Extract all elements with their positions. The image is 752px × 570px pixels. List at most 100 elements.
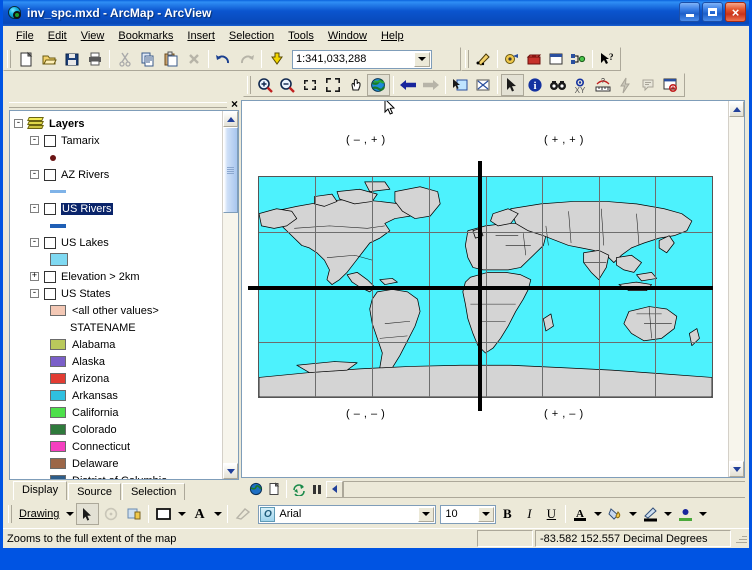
expander-icon[interactable]: - bbox=[30, 170, 39, 179]
new-graphic-icon[interactable] bbox=[122, 503, 145, 525]
paste-icon[interactable] bbox=[159, 48, 182, 70]
toc-tree[interactable]: - Layers - Tamarix - AZ Rivers - US Rive… bbox=[9, 110, 239, 480]
clear-selected-icon[interactable] bbox=[471, 74, 494, 96]
expander-icon[interactable]: - bbox=[30, 289, 39, 298]
print-icon[interactable] bbox=[83, 48, 106, 70]
horizontal-scroll-track[interactable] bbox=[343, 480, 745, 498]
copy-icon[interactable] bbox=[136, 48, 159, 70]
zoom-in-icon[interactable] bbox=[254, 74, 277, 96]
layer-visibility-checkbox[interactable] bbox=[44, 202, 56, 215]
add-data-icon[interactable] bbox=[265, 48, 288, 70]
whats-this-icon[interactable]: ? bbox=[596, 48, 618, 70]
map-scroll-up-button[interactable] bbox=[729, 101, 744, 117]
open-icon[interactable] bbox=[37, 48, 60, 70]
expander-icon[interactable]: - bbox=[14, 119, 23, 128]
find-icon[interactable] bbox=[546, 74, 569, 96]
chevron-down-icon[interactable] bbox=[591, 504, 604, 525]
toc-vertical-scrollbar[interactable] bbox=[222, 111, 238, 479]
hyperlink-icon[interactable] bbox=[614, 74, 637, 96]
menu-edit[interactable]: Edit bbox=[41, 28, 74, 44]
scrollbar-track[interactable] bbox=[223, 213, 238, 463]
go-forward-extent-icon[interactable] bbox=[419, 74, 442, 96]
toc-root-layers[interactable]: - Layers bbox=[14, 115, 222, 132]
select-elements-icon[interactable] bbox=[76, 503, 100, 525]
menu-view[interactable]: View bbox=[74, 28, 112, 44]
scrollbar-thumb[interactable] bbox=[223, 127, 238, 213]
layer-visibility-checkbox[interactable] bbox=[44, 270, 56, 283]
fixed-zoom-in-icon[interactable] bbox=[299, 74, 322, 96]
expander-icon[interactable]: - bbox=[30, 136, 39, 145]
measure-icon[interactable]: ? bbox=[592, 74, 615, 96]
font-family-combo[interactable]: O Arial bbox=[258, 504, 437, 524]
scroll-down-button[interactable] bbox=[223, 463, 238, 479]
data-view-icon[interactable] bbox=[247, 480, 265, 498]
go-to-xy-icon[interactable]: XY bbox=[569, 74, 592, 96]
menu-insert[interactable]: Insert bbox=[180, 28, 222, 44]
menu-bookmarks[interactable]: Bookmarks bbox=[111, 28, 180, 44]
select-features-icon[interactable] bbox=[449, 74, 472, 96]
editor-toolbar-icon[interactable] bbox=[472, 48, 494, 70]
drawing-menu-button[interactable]: Drawing bbox=[15, 508, 63, 520]
layer-visibility-checkbox[interactable] bbox=[44, 287, 56, 300]
menu-window[interactable]: Window bbox=[321, 28, 374, 44]
toolbar-grip[interactable] bbox=[8, 505, 12, 523]
chevron-down-icon[interactable] bbox=[626, 504, 639, 525]
toc-layer-us-states[interactable]: - US States bbox=[14, 285, 222, 302]
xtools-icon[interactable] bbox=[501, 48, 523, 70]
chevron-down-icon[interactable] bbox=[478, 506, 495, 522]
chevron-down-icon[interactable] bbox=[211, 504, 224, 525]
tab-display[interactable]: Display bbox=[13, 481, 68, 500]
bold-button[interactable]: B bbox=[496, 504, 518, 525]
identify-icon[interactable]: i bbox=[524, 74, 547, 96]
expander-icon[interactable]: + bbox=[30, 272, 39, 281]
toolbar-grip[interactable] bbox=[7, 50, 11, 68]
map-vertical-scrollbar[interactable] bbox=[728, 101, 744, 477]
map-scrollbar-track[interactable] bbox=[729, 117, 744, 461]
chevron-down-icon[interactable] bbox=[414, 51, 430, 67]
menu-selection[interactable]: Selection bbox=[222, 28, 281, 44]
cut-icon[interactable] bbox=[113, 48, 136, 70]
html-popup-icon[interactable] bbox=[637, 74, 660, 96]
toc-layer-us-rivers[interactable]: - US Rivers bbox=[14, 200, 222, 217]
undo-icon[interactable] bbox=[212, 48, 235, 70]
close-button[interactable]: × bbox=[725, 2, 746, 22]
new-text-icon[interactable]: A bbox=[188, 503, 211, 525]
scroll-up-button[interactable] bbox=[223, 111, 238, 127]
marker-color-button[interactable] bbox=[674, 504, 696, 525]
toc-drag-grip[interactable] bbox=[9, 102, 227, 108]
pan-icon[interactable] bbox=[344, 74, 367, 96]
draw-rectangle-icon[interactable] bbox=[152, 503, 175, 525]
go-back-extent-icon[interactable] bbox=[397, 74, 420, 96]
layer-visibility-checkbox[interactable] bbox=[44, 134, 56, 147]
chevron-down-icon[interactable] bbox=[418, 506, 435, 522]
layer-visibility-checkbox[interactable] bbox=[44, 168, 56, 181]
expander-icon[interactable]: - bbox=[30, 204, 39, 213]
map-canvas[interactable]: ( – , + ) ( + , + ) ( – , – ) ( + , – ) bbox=[242, 101, 728, 477]
layout-view-icon[interactable] bbox=[265, 480, 283, 498]
toolbar-grip[interactable] bbox=[247, 76, 251, 94]
select-elements-icon[interactable] bbox=[501, 74, 524, 96]
window-resize-grip[interactable] bbox=[733, 532, 747, 546]
fill-color-button[interactable] bbox=[604, 504, 626, 525]
create-viewer-icon[interactable] bbox=[659, 74, 682, 96]
zoom-out-icon[interactable] bbox=[277, 74, 300, 96]
menu-help[interactable]: Help bbox=[374, 28, 411, 44]
redo-icon[interactable] bbox=[235, 48, 258, 70]
toc-layer-elevation[interactable]: + Elevation > 2km bbox=[14, 268, 222, 285]
underline-button[interactable]: U bbox=[540, 504, 562, 525]
toc-layer-az-rivers[interactable]: - AZ Rivers bbox=[14, 166, 222, 183]
minimize-button[interactable] bbox=[679, 2, 700, 22]
model-builder-icon[interactable] bbox=[567, 48, 589, 70]
new-icon[interactable] bbox=[14, 48, 37, 70]
map-scroll-down-button[interactable] bbox=[729, 461, 744, 477]
map-horizontal-scrollbar[interactable] bbox=[326, 480, 745, 498]
tab-source[interactable]: Source bbox=[68, 483, 121, 500]
font-size-combo[interactable]: 10 bbox=[440, 504, 497, 524]
fixed-zoom-out-icon[interactable] bbox=[322, 74, 345, 96]
line-color-button[interactable] bbox=[639, 504, 661, 525]
nudge-icon[interactable] bbox=[231, 503, 254, 525]
pause-drawing-icon[interactable] bbox=[308, 480, 326, 498]
chevron-down-icon[interactable] bbox=[696, 504, 709, 525]
rotate-icon[interactable] bbox=[99, 503, 122, 525]
expander-icon[interactable]: - bbox=[30, 238, 39, 247]
